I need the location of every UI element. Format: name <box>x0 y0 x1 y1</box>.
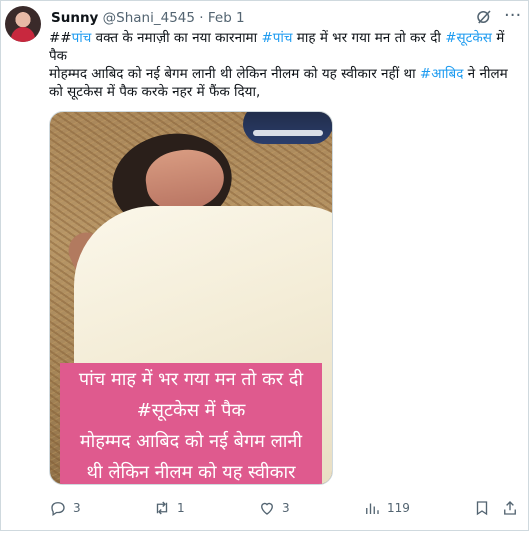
dot-separator: · <box>199 10 204 26</box>
reply-icon <box>51 502 65 517</box>
author-name[interactable]: Sunny <box>51 10 98 26</box>
tweet-text-segment: ## <box>49 30 72 46</box>
author-handle[interactable]: @Shani_4545 <box>103 10 195 26</box>
caption-line: थी लेकिन नीलम को यह स्वीकार <box>86 462 296 483</box>
tweet-text-segment: माह में भर गया मन तो कर दी <box>292 30 446 46</box>
caption-line: मोहम्मद आबिद को नई बेगम लानी <box>79 431 303 452</box>
post-date[interactable]: Feb 1 <box>208 10 245 26</box>
tweet-text-segment: वक्त के नमाज़ी का नया कारनामा <box>91 30 262 46</box>
caption-line: #सूटकेस में पैक <box>136 400 246 421</box>
tweet-header: Sunny @Shani_4545 · Feb 1 <box>51 9 245 27</box>
bookmark-button[interactable] <box>473 498 491 518</box>
hashtag-link[interactable]: पांच <box>72 30 92 46</box>
hashtag-link[interactable]: #पांच <box>261 30 292 46</box>
repost-count: 1 <box>177 501 185 515</box>
hashtag-link[interactable]: #आबिद <box>420 66 463 82</box>
caption-line: पांच माह में भर गया मन तो कर दी <box>78 369 304 390</box>
views-icon <box>366 503 379 514</box>
reply-button[interactable]: 3 <box>49 498 81 518</box>
more-icon[interactable]: ··· <box>504 7 521 25</box>
shoe-shape <box>243 112 332 144</box>
image-caption-box: पांच माह में भर गया मन तो कर दी #सूटकेस … <box>60 363 322 484</box>
grok-icon[interactable] <box>475 8 493 26</box>
tweet-text-segment: मोहम्मद आबिद को नई बेगम लानी थी लेकिन नी… <box>49 66 420 82</box>
repost-icon <box>156 501 168 515</box>
share-icon <box>504 501 516 515</box>
tweet-card[interactable]: Sunny @Shani_4545 · Feb 1 ··· ##पांच वक्… <box>0 0 529 531</box>
bookmark-icon <box>476 501 488 516</box>
views-button[interactable]: 119 <box>363 498 410 518</box>
tweet-text: ##पांच वक्त के नमाज़ी का नया कारनामा #पा… <box>49 29 523 101</box>
like-count: 3 <box>282 501 290 515</box>
repost-button[interactable]: 1 <box>153 498 185 518</box>
hashtag-link[interactable]: #सूटकेस <box>445 30 492 46</box>
avatar[interactable] <box>5 6 41 42</box>
tweet-image[interactable]: पांच माह में भर गया मन तो कर दी #सूटकेस … <box>49 111 333 485</box>
views-count: 119 <box>387 501 410 515</box>
like-button[interactable]: 3 <box>258 498 290 518</box>
share-button[interactable] <box>501 498 519 518</box>
action-bar: 3 1 3 119 <box>49 498 523 518</box>
heart-icon <box>261 502 273 515</box>
reply-count: 3 <box>73 501 81 515</box>
